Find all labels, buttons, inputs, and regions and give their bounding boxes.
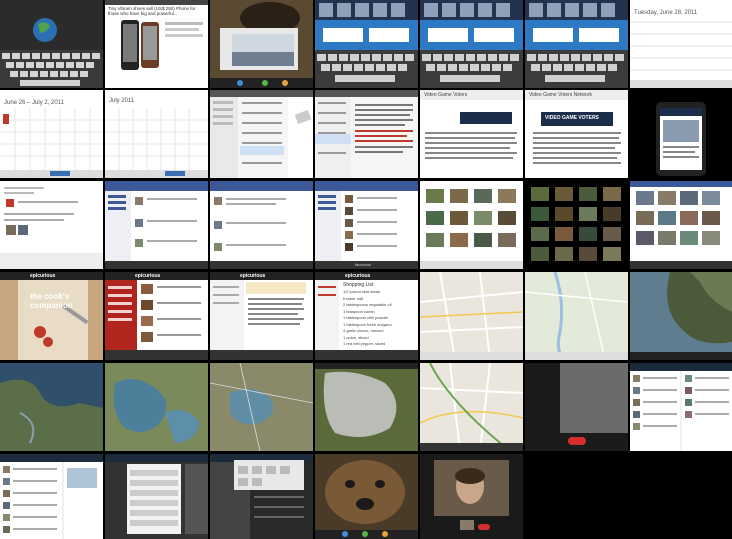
thumbnail-grid: Tiny Vibram shoes sell (US$ 250) Phone f… (0, 0, 732, 539)
thumb-video-call-end[interactable] (525, 363, 628, 451)
globe-icon (33, 18, 57, 42)
epicurious-app-label-3: epicurious (240, 273, 266, 279)
article-headline: Tiny Vibram shoes sell (US$ 250) Phone f… (108, 6, 196, 16)
thumb-vgv-keyboard-1[interactable] (315, 0, 418, 88)
thumb-calendar-month[interactable]: July 2011 (105, 90, 208, 178)
thumb-calendar-week[interactable]: June 26 – July 2, 2011 (0, 90, 103, 178)
thumb-map-satellite-3[interactable] (105, 363, 208, 451)
thumb-epicurious-home[interactable]: epicurious the cook's companion (0, 272, 103, 360)
thumb-vgv-keyboard-2[interactable] (420, 0, 523, 88)
thumb-blank-2 (630, 454, 732, 539)
epicurious-app-label: epicurious (30, 273, 56, 279)
thumb-photo-grid-dark[interactable] (525, 181, 628, 269)
thumb-map-streets-1[interactable] (420, 272, 523, 360)
thumb-photo-grid-light[interactable] (420, 181, 523, 269)
thumb-fb-wall-1[interactable] (0, 181, 103, 269)
thumb-epicurious-recipe-detail[interactable]: epicurious (210, 272, 313, 360)
shopping-list-title: Shopping List (343, 282, 374, 288)
end-call-icon[interactable] (478, 524, 490, 530)
thumb-globe-keyboard[interactable] (0, 0, 103, 88)
thumb-email-reading[interactable] (315, 90, 418, 178)
vgv-network-title: Video Game Voters Network (529, 92, 592, 98)
thumb-map-satellite-5[interactable] (315, 363, 418, 451)
thumb-vgv-keyboard-3[interactable] (525, 0, 628, 88)
thumb-fb-photo-album[interactable] (630, 181, 732, 269)
thumb-map-satellite-1[interactable] (630, 272, 732, 360)
vgv-title: Video Game Voters (424, 92, 468, 98)
thumb-vgv-article[interactable]: Video Game Voters (420, 90, 523, 178)
thumb-map-satellite-2[interactable] (0, 363, 103, 451)
thumb-twitter-columns-1[interactable] (630, 363, 732, 451)
epicurious-app-label-4: epicurious (345, 273, 371, 279)
end-call-icon[interactable] (568, 437, 586, 445)
epicurious-app-label-2: epicurious (135, 273, 161, 279)
thumb-fb-feed-2[interactable] (210, 181, 313, 269)
vgv-banner: VIDEO GAME VOTERS (545, 115, 599, 121)
thumb-map-terrain[interactable] (525, 272, 628, 360)
calendar-day-date: Tuesday, June 28, 2011 (634, 10, 698, 16)
thumb-email-list[interactable] (210, 90, 313, 178)
thumb-dog-closeup[interactable] (315, 454, 418, 539)
thumb-phone-mockup[interactable] (630, 90, 732, 178)
calendar-week-range: June 26 – July 2, 2011 (4, 100, 64, 106)
shopping-list: 1/2 pound skirt steak Kosher salt 2 tabl… (343, 289, 415, 348)
thumb-twitter-columns-2[interactable] (0, 454, 103, 539)
thumb-twitter-settings[interactable] (105, 454, 208, 539)
thumb-dog-photo-window[interactable] (210, 0, 313, 88)
thumb-twitter-dialog[interactable] (210, 454, 313, 539)
thumb-epicurious-shopping-list[interactable]: epicurious Shopping List 1/2 pound skirt… (315, 272, 418, 360)
thumb-map-streets-2[interactable] (420, 363, 523, 451)
thumb-fb-photos[interactable]: facebook (315, 181, 418, 269)
thumb-blank-1 (525, 454, 628, 539)
calendar-month-title: July 2011 (109, 98, 135, 104)
thumb-phone-article[interactable]: Tiny Vibram shoes sell (US$ 250) Phone f… (105, 0, 208, 88)
thumb-map-satellite-4[interactable] (210, 363, 313, 451)
thumb-fb-feed-1[interactable] (105, 181, 208, 269)
fb-tab-label: facebook (355, 262, 372, 267)
thumb-vgv-document[interactable]: Video Game Voters Network VIDEO GAME VOT… (525, 90, 628, 178)
thumb-epicurious-recipes[interactable]: epicurious (105, 272, 208, 360)
epicurious-hero-text: the cook's companion (30, 292, 73, 310)
thumb-video-call-person[interactable] (420, 454, 523, 539)
list-item[interactable]: 1 red bell pepper, sliced (343, 341, 415, 348)
thumb-calendar-day[interactable]: Tuesday, June 28, 2011 (630, 0, 732, 88)
